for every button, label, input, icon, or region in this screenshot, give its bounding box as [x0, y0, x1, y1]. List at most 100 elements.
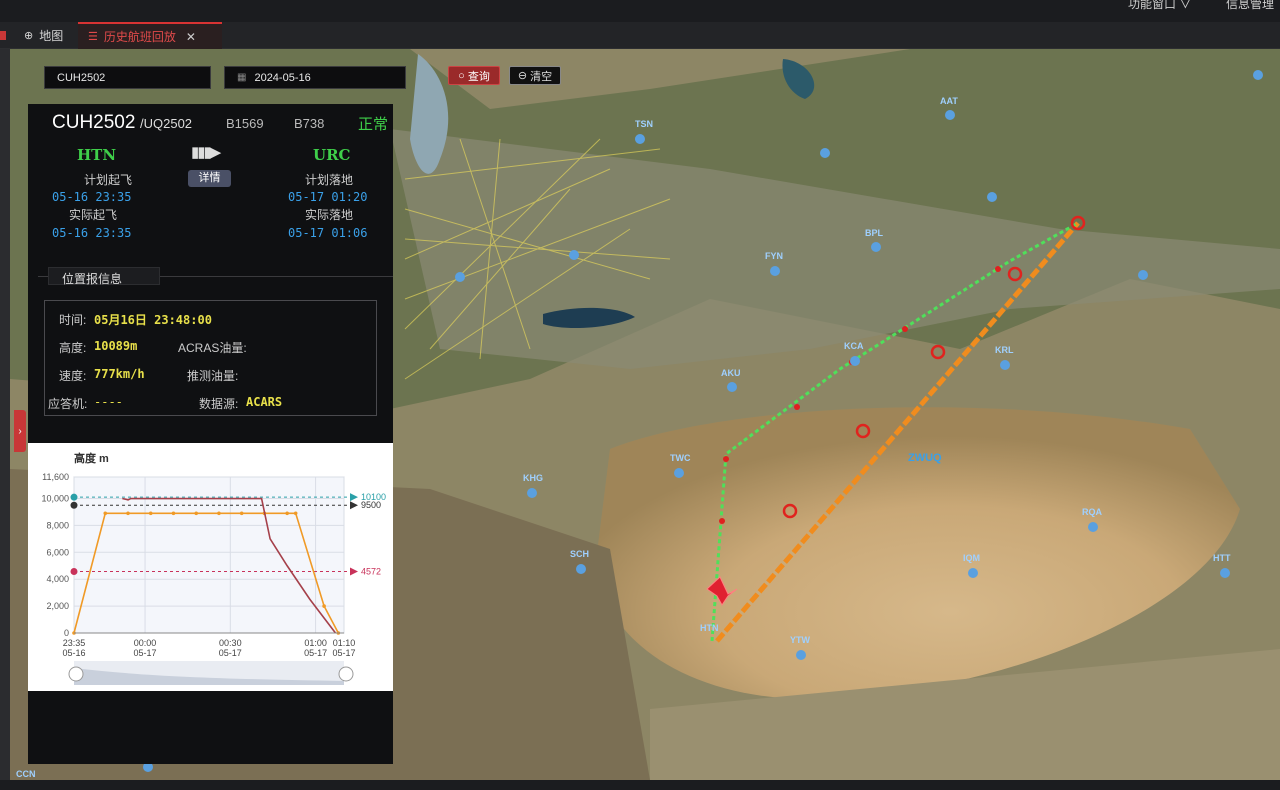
sched-arr-time: 05-17 01:20 — [288, 190, 368, 204]
svg-text:BPL: BPL — [865, 228, 884, 238]
tab-bar: ⊕ 地图 ☰ 历史航班回放 ✕ — [0, 22, 1280, 49]
position-section-title: 位置报信息 — [62, 272, 123, 286]
flight-detail-panel: CUH2502 /UQ2502 B1569 B738 正常 HTN ▮▮▮▶ U… — [28, 104, 393, 764]
clear-icon: ⊖ — [517, 70, 528, 82]
x-tick-label-date: 05-17 — [332, 648, 355, 658]
reference-dot — [70, 568, 78, 576]
plot-area — [73, 476, 345, 634]
list-icon: ☰ — [88, 31, 98, 43]
calendar-icon: ▦ — [237, 72, 247, 83]
left-strip — [0, 49, 10, 790]
series-point — [194, 511, 199, 516]
x-tick-label: 00:00 — [134, 638, 157, 648]
x-tick-label: 01:00 — [304, 638, 327, 648]
x-tick-label: 00:30 — [219, 638, 242, 648]
series-point — [148, 511, 153, 516]
aircraft-reg: B1569 — [226, 116, 264, 131]
tab-history-replay[interactable]: ☰ 历史航班回放 ✕ — [78, 22, 222, 49]
series-point — [217, 511, 221, 516]
y-tick-label: 0 — [64, 628, 69, 638]
est-fuel-label: 推测油量: — [187, 369, 239, 383]
source-label: 数据源: — [199, 397, 239, 411]
close-icon[interactable]: ✕ — [186, 30, 196, 44]
x-tick-label-date: 05-17 — [219, 648, 242, 658]
tab-edge-marker — [0, 31, 6, 40]
fir-label: ZWUQ — [908, 452, 942, 464]
svg-text:KRL: KRL — [995, 345, 1014, 355]
chevron-right-icon: › — [18, 425, 22, 437]
svg-text:KCA: KCA — [844, 341, 864, 351]
actual-arr-label: 实际落地 — [305, 208, 354, 222]
query-button[interactable]: ○ 查询 — [448, 66, 500, 85]
flight-callsign: CUH2502 — [52, 112, 136, 133]
reference-dot — [70, 493, 78, 501]
slider-handle-right[interactable] — [338, 666, 354, 682]
clear-button[interactable]: ⊖ 清空 — [509, 66, 561, 85]
x-tick-label-date: 05-16 — [62, 648, 85, 658]
time-label: 时间: — [59, 313, 87, 327]
time-value: 05月16日 23:48:00 — [94, 313, 212, 327]
svg-text:TWC: TWC — [670, 453, 691, 463]
position-info-box: 时间: 05月16日 23:48:00 高度: 10089m ACRAS油量: … — [44, 300, 377, 416]
y-tick-label: 11,600 — [42, 472, 69, 482]
info-management-menu[interactable]: 信息管理 — [1226, 0, 1274, 10]
slider-handle-left[interactable] — [68, 666, 84, 682]
panel-collapse-toggle[interactable]: › — [14, 410, 26, 452]
y-tick-label: 6,000 — [46, 547, 69, 557]
actual-dep-label: 实际起飞 — [69, 208, 118, 222]
detail-button[interactable]: 详情 — [188, 170, 231, 187]
x-tick-label-date: 05-17 — [134, 648, 157, 658]
reference-dot — [70, 501, 78, 509]
series-point — [103, 511, 108, 516]
series-point — [293, 511, 298, 516]
search-icon: ○ — [458, 69, 465, 82]
function-window-menu[interactable]: 功能窗口 ∨ — [1128, 0, 1191, 10]
reference-arrow — [350, 501, 358, 510]
direction-arrow-icon: ▮▮▮▶ — [191, 144, 221, 161]
flight-search-input[interactable]: CUH2502 — [44, 66, 211, 89]
svg-text:HTT: HTT — [1213, 553, 1231, 563]
reference-label: 4572 — [361, 567, 381, 577]
y-tick-label: 10,000 — [41, 494, 69, 504]
date-value: 2024-05-16 — [254, 71, 311, 84]
x-tick-label-date: 05-17 — [304, 648, 327, 658]
x-tick-label: 01:10 — [333, 638, 356, 648]
sched-dep-label: 计划起飞 — [84, 173, 133, 187]
sched-arr-label: 计划落地 — [305, 173, 354, 187]
svg-text:CCN: CCN — [16, 769, 36, 779]
top-bar: 功能窗口 ∨ 信息管理 — [0, 0, 1280, 22]
svg-text:KHG: KHG — [523, 473, 543, 483]
bottom-bar — [0, 780, 1280, 790]
series-point — [239, 511, 244, 516]
flight-status: 正常 — [358, 116, 389, 133]
dest-code: URC — [313, 146, 351, 164]
squawk-label: 应答机: — [48, 397, 88, 411]
y-tick-label: 8,000 — [46, 520, 69, 530]
aircraft-type: B738 — [294, 116, 325, 131]
date-input[interactable]: ▦ 2024-05-16 — [224, 66, 406, 89]
tab-map-label: 地图 — [39, 29, 64, 43]
svg-text:TSN: TSN — [635, 119, 653, 129]
flight-alt-code: /UQ2502 — [140, 116, 193, 131]
y-tick-label: 4,000 — [46, 574, 69, 584]
altitude-chart-svg: 高度 m 1010095004572 02,0004,0006,0008,000… — [41, 451, 386, 685]
series-point — [285, 511, 289, 516]
sched-dep-time: 05-16 23:35 — [52, 190, 132, 204]
series-point — [171, 511, 176, 516]
altitude-chart: 高度 m 10100 9500 4572 0 2,000 4,000 6,000 8,000… — [28, 443, 393, 691]
tab-map[interactable]: ⊕ 地图 — [14, 22, 73, 49]
x-tick-label: 23:35 — [63, 638, 86, 648]
svg-text:AAT: AAT — [940, 96, 958, 106]
acars-fuel-label: ACRAS油量: — [178, 341, 247, 355]
svg-text:HTN: HTN — [700, 623, 719, 633]
reference-label: 9500 — [361, 500, 381, 510]
query-label: 查询 — [467, 70, 490, 83]
svg-text:SCH: SCH — [570, 549, 589, 559]
svg-text:FYN: FYN — [765, 251, 783, 261]
series-point — [126, 511, 130, 516]
speed-value: 777km/h — [94, 367, 145, 381]
tab-history-label: 历史航班回放 — [103, 30, 176, 44]
actual-arr-time: 05-17 01:06 — [288, 226, 368, 240]
speed-label: 速度: — [59, 369, 87, 383]
svg-text:AKU: AKU — [721, 368, 741, 378]
